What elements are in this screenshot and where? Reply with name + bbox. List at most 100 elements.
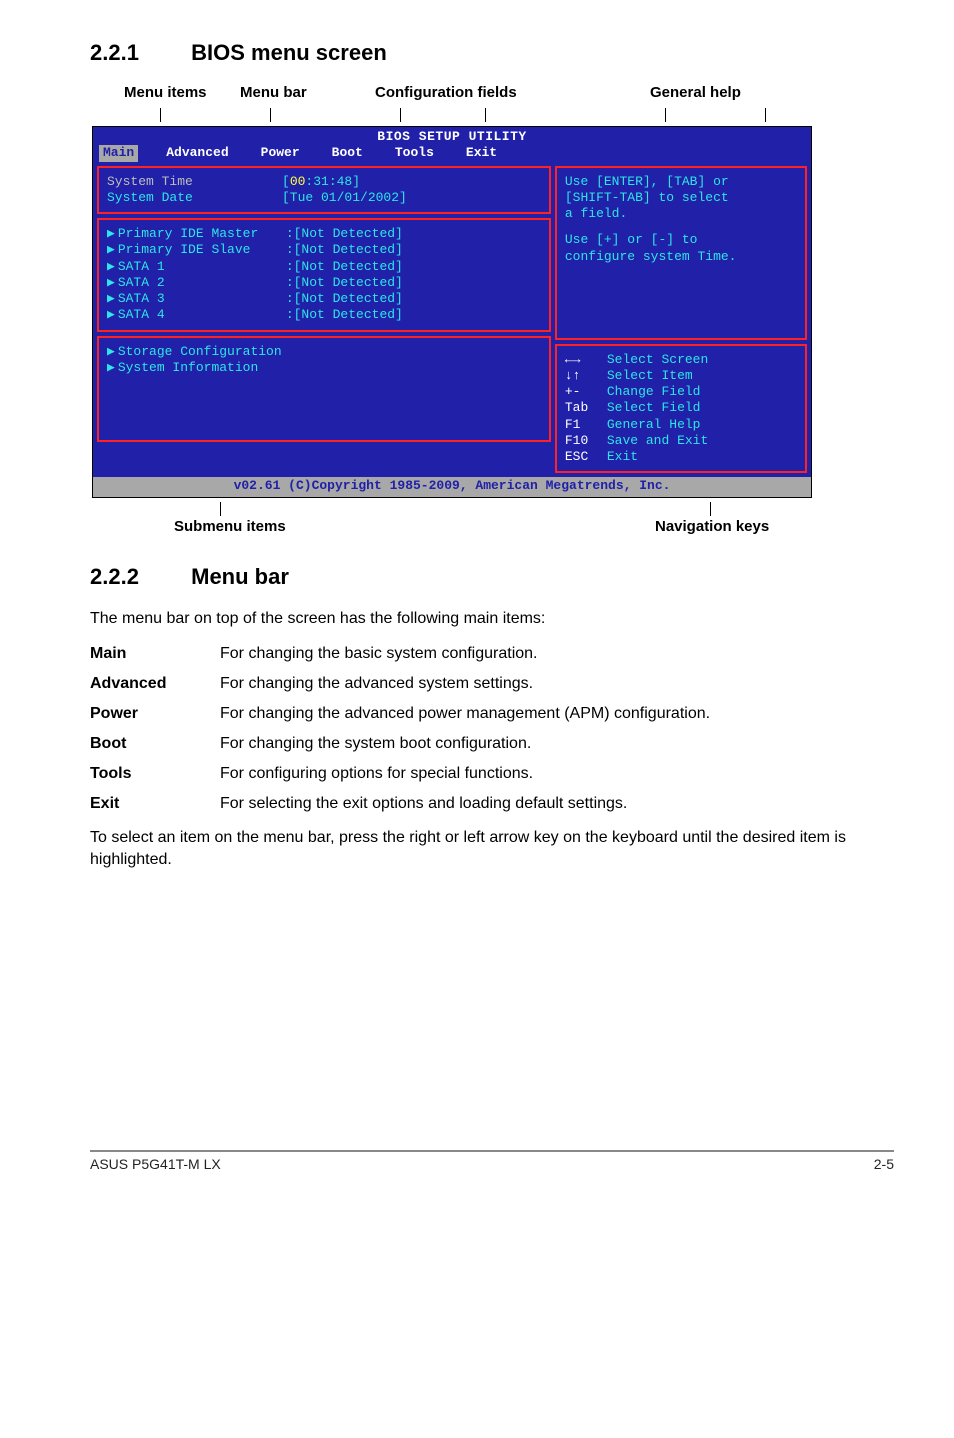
nd-value: :[Not Detected]	[286, 307, 403, 323]
def-val: For selecting the exit options and loadi…	[220, 789, 720, 819]
help-line: a field.	[565, 206, 797, 222]
label-general-help: General help	[650, 84, 741, 101]
def-key: Tools	[90, 759, 220, 789]
panel-nav-keys: ←→Select Screen ↓↑Select Item +-Change F…	[555, 344, 807, 474]
system-date-value[interactable]: [Tue 01/01/2002]	[282, 190, 407, 206]
bios-body: System Time [00:31:48] System Date [Tue …	[93, 166, 811, 478]
page-footer: ASUS P5G41T-M LX 2-5	[90, 1150, 894, 1172]
triangle-icon: ▶	[107, 307, 115, 323]
tick-icon	[160, 108, 161, 122]
section-title: BIOS menu screen	[191, 40, 387, 65]
menubar-tools[interactable]: Tools	[379, 145, 450, 161]
tick-icon	[400, 108, 401, 122]
menubar-exit[interactable]: Exit	[450, 145, 513, 161]
triangle-icon: ▶	[107, 226, 115, 242]
menubar-power[interactable]: Power	[245, 145, 316, 161]
section-heading: 2.2.2 Menu bar	[90, 564, 894, 590]
tick-icon	[710, 502, 711, 516]
definitions-table: MainFor changing the basic system config…	[90, 639, 720, 819]
nd-value: :[Not Detected]	[286, 275, 403, 291]
panel-help: Use [ENTER], [TAB] or [SHIFT-TAB] to sel…	[555, 166, 807, 340]
section-number: 2.2.2	[90, 564, 185, 590]
callout-labels-top: Menu items Menu bar Configuration fields…	[90, 84, 894, 106]
nd-value: :[Not Detected]	[286, 291, 403, 307]
panel-datetime: System Time [00:31:48] System Date [Tue …	[97, 166, 551, 215]
sata2[interactable]: SATA 2	[118, 275, 286, 291]
label-menu-bar: Menu bar	[240, 84, 307, 101]
def-key: Advanced	[90, 669, 220, 699]
triangle-icon: ▶	[107, 360, 115, 376]
help-line: configure system Time.	[565, 249, 797, 265]
tick-icon	[220, 502, 221, 516]
def-val: For changing the basic system configurat…	[220, 639, 720, 669]
tick-icon	[485, 108, 486, 122]
help-line: Use [+] or [-] to	[565, 232, 797, 248]
sata4[interactable]: SATA 4	[118, 307, 286, 323]
tick-icon	[765, 108, 766, 122]
label-navigation-keys: Navigation keys	[655, 518, 769, 535]
triangle-icon: ▶	[107, 259, 115, 275]
sata3[interactable]: SATA 3	[118, 291, 286, 307]
section-number: 2.2.1	[90, 40, 185, 66]
bios-footer: v02.61 (C)Copyright 1985-2009, American …	[93, 477, 811, 496]
paragraph: To select an item on the menu bar, press…	[90, 827, 894, 870]
navkey: ESC	[565, 449, 607, 465]
tick-icon	[665, 108, 666, 122]
triangle-icon: ▶	[107, 242, 115, 258]
help-line: [SHIFT-TAB] to select	[565, 190, 797, 206]
def-val: For changing the system boot configurati…	[220, 729, 720, 759]
nd-value: :[Not Detected]	[286, 226, 403, 242]
label-submenu-items: Submenu items	[174, 518, 286, 535]
primary-ide-slave[interactable]: Primary IDE Slave	[118, 242, 286, 258]
def-val: For changing the advanced system setting…	[220, 669, 720, 699]
def-val: For configuring options for special func…	[220, 759, 720, 789]
menubar-main[interactable]: Main	[99, 145, 138, 161]
navkey: ↓↑	[565, 368, 607, 384]
navkey: F1	[565, 417, 607, 433]
navkey: F10	[565, 433, 607, 449]
menubar-advanced[interactable]: Advanced	[150, 145, 244, 161]
nd-value: :[Not Detected]	[286, 259, 403, 275]
footer-right: 2-5	[874, 1156, 894, 1172]
panel-drives: ▶Primary IDE Master:[Not Detected] ▶Prim…	[97, 218, 551, 332]
navaction: Select Screen	[607, 352, 708, 368]
def-key: Boot	[90, 729, 220, 759]
navaction: Change Field	[607, 384, 701, 400]
bios-right-column: Use [ENTER], [TAB] or [SHIFT-TAB] to sel…	[555, 166, 807, 474]
sata1[interactable]: SATA 1	[118, 259, 286, 275]
primary-ide-master[interactable]: Primary IDE Master	[118, 226, 286, 242]
nd-value: :[Not Detected]	[286, 242, 403, 258]
paragraph: The menu bar on top of the screen has th…	[90, 608, 894, 630]
navaction: Save and Exit	[607, 433, 708, 449]
help-line: Use [ENTER], [TAB] or	[565, 174, 797, 190]
callout-labels-bottom: Submenu items Navigation keys	[90, 502, 894, 536]
navkey: ←→	[565, 352, 607, 368]
footer-left: ASUS P5G41T-M LX	[90, 1156, 221, 1172]
def-key: Main	[90, 639, 220, 669]
tick-icon	[270, 108, 271, 122]
navkey: +-	[565, 384, 607, 400]
navaction: General Help	[607, 417, 701, 433]
triangle-icon: ▶	[107, 291, 115, 307]
callout-ticks-top	[90, 108, 894, 126]
system-information[interactable]: System Information	[118, 360, 258, 376]
menubar-boot[interactable]: Boot	[316, 145, 379, 161]
navaction: Select Item	[607, 368, 693, 384]
panel-submenus: ▶Storage Configuration ▶System Informati…	[97, 336, 551, 442]
label-config-fields: Configuration fields	[375, 84, 517, 101]
system-time-label: System Time	[107, 174, 282, 190]
system-time-value[interactable]: [00:31:48]	[282, 174, 360, 190]
triangle-icon: ▶	[107, 275, 115, 291]
navkey: Tab	[565, 400, 607, 416]
navaction: Exit	[607, 449, 638, 465]
section-heading: 2.2.1 BIOS menu screen	[90, 40, 894, 66]
triangle-icon: ▶	[107, 344, 115, 360]
storage-configuration[interactable]: Storage Configuration	[118, 344, 282, 360]
system-date-label: System Date	[107, 190, 282, 206]
def-key: Power	[90, 699, 220, 729]
section-title: Menu bar	[191, 564, 289, 589]
def-val: For changing the advanced power manageme…	[220, 699, 720, 729]
label-menu-items: Menu items	[124, 84, 207, 101]
bios-menubar: Main Advanced Power Boot Tools Exit	[93, 145, 811, 165]
navaction: Select Field	[607, 400, 701, 416]
